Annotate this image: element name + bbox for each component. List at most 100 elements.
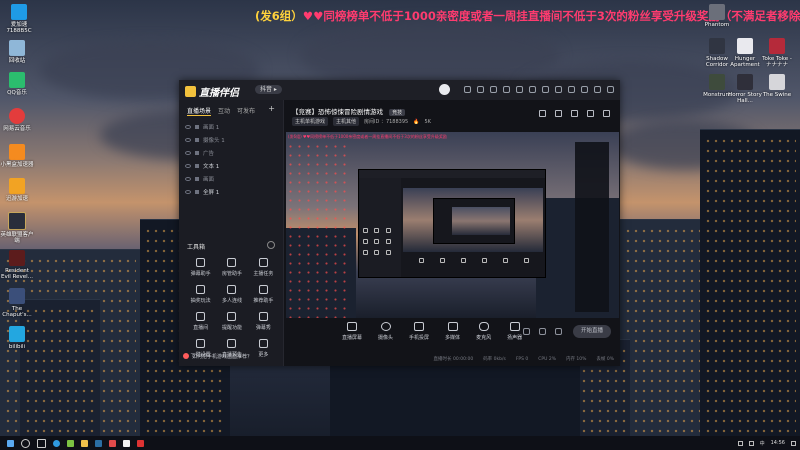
tool-item[interactable]: 提醒功能 bbox=[216, 312, 247, 331]
desktop-icon[interactable]: The Chaput's... bbox=[0, 288, 34, 318]
screenshot-icon[interactable] bbox=[571, 110, 578, 117]
notification-icon[interactable] bbox=[516, 86, 523, 93]
eye-icon[interactable] bbox=[185, 176, 191, 181]
eye-icon[interactable] bbox=[185, 124, 191, 129]
more-icon[interactable] bbox=[267, 241, 275, 249]
app-icon[interactable] bbox=[109, 439, 116, 447]
desktop-icon[interactable]: 迅游加速 bbox=[0, 178, 34, 202]
notification-icon[interactable] bbox=[791, 440, 796, 446]
tab-interaction[interactable]: 互动 bbox=[218, 106, 230, 116]
clock[interactable]: 14:56 bbox=[771, 440, 785, 446]
explorer-icon[interactable] bbox=[81, 439, 88, 447]
desktop-icon[interactable]: The Swine bbox=[760, 74, 794, 98]
screen-capture-button[interactable]: 直播屏幕 bbox=[342, 322, 362, 341]
scene-item[interactable]: 摄像头 1 bbox=[179, 133, 283, 146]
desktop-icon[interactable]: 网易云音乐 bbox=[0, 108, 34, 132]
camera-button[interactable]: 摄像头 bbox=[378, 322, 393, 341]
tab-publish[interactable]: 可发布 bbox=[237, 106, 255, 116]
eye-icon[interactable] bbox=[185, 189, 191, 194]
settings-icon[interactable] bbox=[542, 86, 549, 93]
user-avatar[interactable] bbox=[439, 84, 450, 95]
desktop-icon[interactable]: 英雄联盟客户端 bbox=[0, 212, 34, 244]
tool-item[interactable]: 房管助手 bbox=[216, 258, 247, 277]
search-icon[interactable] bbox=[21, 438, 30, 448]
bell-icon bbox=[227, 312, 237, 321]
steam-icon[interactable] bbox=[95, 439, 102, 447]
live-preview[interactable]: (发6组) ♥♥同榜榜单不低于1000亲密度或者一周挂直播间不低于3次的粉丝享受… bbox=[286, 132, 619, 318]
menu-icon[interactable] bbox=[568, 86, 575, 93]
phone-cast-button[interactable]: 手机投屏 bbox=[409, 322, 429, 341]
scene-item[interactable]: 画面 1 bbox=[179, 120, 283, 133]
room-tag[interactable]: 竞技 bbox=[389, 109, 406, 116]
chat-icon bbox=[196, 258, 206, 267]
tool-item[interactable]: 抽奖玩法 bbox=[185, 285, 216, 304]
trophy-icon[interactable] bbox=[529, 86, 536, 93]
fire-icon: 🔥 bbox=[413, 118, 420, 125]
eye-icon[interactable] bbox=[185, 150, 191, 155]
eye-icon[interactable] bbox=[185, 137, 191, 142]
record-icon[interactable] bbox=[523, 328, 530, 335]
input-language[interactable]: 中 bbox=[760, 440, 765, 447]
beauty-icon[interactable] bbox=[539, 328, 546, 335]
tool-item[interactable]: 弹幕助手 bbox=[185, 258, 216, 277]
desktop-icon[interactable]: Phantom bbox=[700, 4, 734, 28]
desktop-icon[interactable]: Hunger Apartment bbox=[728, 38, 762, 68]
scene-item[interactable]: 广告 bbox=[179, 146, 283, 159]
app-icon[interactable] bbox=[123, 439, 130, 447]
help-tip[interactable]: 如何把手机游戏画面推荐？ bbox=[183, 350, 279, 362]
title-bar[interactable]: 直播伴侣 抖音 ▸ bbox=[179, 80, 620, 100]
network-icon[interactable] bbox=[737, 440, 743, 446]
add-scene-icon[interactable]: + bbox=[268, 105, 275, 116]
toolbox-header: 工具箱 bbox=[187, 241, 275, 251]
speaker-button[interactable]: 扬声器 bbox=[507, 322, 522, 341]
start-icon[interactable] bbox=[7, 439, 14, 447]
desktop-icon[interactable]: Toke Toke - ナナナナ bbox=[760, 38, 794, 68]
tool-item[interactable]: 弹幕秀 bbox=[248, 312, 279, 331]
settings-icon[interactable] bbox=[555, 328, 562, 335]
phone-icon bbox=[414, 322, 425, 331]
close-icon[interactable] bbox=[607, 86, 614, 93]
volume-icon[interactable] bbox=[748, 440, 754, 446]
nested-preview-window bbox=[358, 169, 546, 278]
gift-icon[interactable] bbox=[503, 86, 510, 93]
app-icon[interactable] bbox=[137, 439, 144, 447]
store-icon[interactable] bbox=[67, 439, 74, 447]
scene-list: 画面 1 摄像头 1 广告 文本 1 画面 全屏 1 bbox=[179, 120, 283, 198]
eye-icon[interactable] bbox=[185, 163, 191, 168]
platform-switch[interactable]: 抖音 ▸ bbox=[255, 85, 282, 94]
maximize-icon[interactable] bbox=[594, 86, 601, 93]
tool-item[interactable]: 直播间 bbox=[185, 312, 216, 331]
system-tray: 中 14:56 bbox=[737, 436, 796, 450]
game-icon bbox=[769, 38, 785, 54]
preview-caption: (发6组) ♥♥同榜榜单不低于1000亲密度或者一周挂直播间不低于3次的粉丝享受… bbox=[288, 134, 447, 139]
refresh-icon[interactable] bbox=[477, 86, 484, 93]
minimize-icon[interactable] bbox=[581, 86, 588, 93]
more-icon[interactable] bbox=[587, 110, 594, 117]
shop-icon[interactable] bbox=[539, 110, 546, 117]
microphone-button[interactable]: 麦克风 bbox=[476, 322, 491, 341]
tool-item[interactable]: 多人连线 bbox=[216, 285, 247, 304]
headset-icon[interactable] bbox=[464, 86, 471, 93]
scene-item[interactable]: 文本 1 bbox=[179, 159, 283, 172]
crop-icon[interactable] bbox=[555, 110, 562, 117]
scene-item[interactable]: 全屏 1 bbox=[179, 185, 283, 198]
desktop-icon[interactable]: 小黑盒加速器 bbox=[0, 144, 34, 168]
chat-icon[interactable] bbox=[490, 86, 497, 93]
start-live-button[interactable]: 开始直播 bbox=[573, 325, 611, 338]
tool-item[interactable]: 主播任务 bbox=[248, 258, 279, 277]
desktop-icon[interactable]: Horror Story Hall... bbox=[728, 74, 762, 104]
desktop-icon[interactable]: 爱加速 7188B5C bbox=[2, 4, 36, 34]
game-icon bbox=[709, 38, 725, 54]
desktop-icon[interactable]: Resident Evil Revel... bbox=[0, 250, 34, 280]
scene-item[interactable]: 画面 bbox=[179, 172, 283, 185]
media-button[interactable]: 多媒体 bbox=[445, 322, 460, 341]
tab-scenes[interactable]: 直播场景 bbox=[187, 106, 212, 116]
desktop-icon[interactable]: 回收站 bbox=[0, 40, 34, 64]
task-view-icon[interactable] bbox=[37, 438, 46, 448]
edge-icon[interactable] bbox=[53, 439, 60, 447]
share-icon[interactable] bbox=[603, 110, 610, 117]
desktop-icon[interactable]: bilibili bbox=[0, 326, 34, 350]
tool-item[interactable]: 推荐助手 bbox=[248, 285, 279, 304]
desktop-icon[interactable]: QQ音乐 bbox=[0, 72, 34, 96]
help-icon[interactable] bbox=[555, 86, 562, 93]
